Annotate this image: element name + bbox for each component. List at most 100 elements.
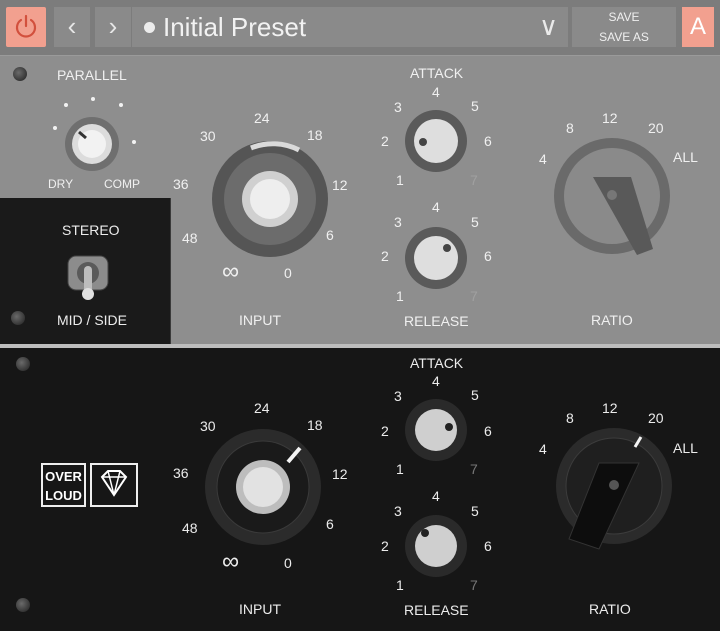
parallel-label: PARALLEL xyxy=(57,67,127,83)
input-tick-label: 18 xyxy=(307,417,323,433)
chevron-down-icon[interactable]: ∨ xyxy=(539,11,558,42)
scale-dot xyxy=(91,97,95,101)
upper-release-knob[interactable] xyxy=(404,226,468,290)
input-tick-label: 30 xyxy=(200,128,216,144)
parallel-knob[interactable] xyxy=(64,116,120,172)
stereo-label: STEREO xyxy=(62,222,120,238)
input-tick-label: ∞ xyxy=(222,258,240,285)
upper-release-label: RELEASE xyxy=(404,313,469,329)
stereo-toggle-switch[interactable] xyxy=(66,255,110,304)
parallel-comp-label: COMP xyxy=(104,177,140,191)
ratio-tick-label: ALL xyxy=(673,440,698,456)
lower-release-knob[interactable] xyxy=(404,514,468,578)
screw-icon xyxy=(13,67,27,81)
top-bar: ‹ › Initial Preset ∨ SAVE SAVE AS A xyxy=(0,0,720,56)
release-tick-label: 1 xyxy=(396,577,404,593)
power-button[interactable] xyxy=(6,7,46,47)
attack-tick-label: 4 xyxy=(432,373,440,389)
preset-name: Initial Preset xyxy=(163,12,307,42)
ratio-tick-label: 8 xyxy=(566,120,574,136)
mid-side-label: MID / SIDE xyxy=(57,312,128,328)
ratio-tick-label: 20 xyxy=(648,410,664,426)
ab-compare-button[interactable]: A xyxy=(682,7,714,47)
attack-tick-label: 3 xyxy=(394,99,402,115)
release-tick-label: 4 xyxy=(432,488,440,504)
power-icon xyxy=(15,14,37,38)
release-tick-label: 4 xyxy=(432,199,440,215)
lower-input-label: INPUT xyxy=(239,601,281,617)
input-tick-label: 24 xyxy=(254,110,270,126)
lower-attack-label: ATTACK xyxy=(410,355,464,371)
scale-dot xyxy=(119,103,123,107)
upper-ratio-knob[interactable] xyxy=(553,137,671,255)
scale-dot xyxy=(64,103,68,107)
release-tick-label: 6 xyxy=(484,248,492,264)
attack-tick-label: 7 xyxy=(470,172,478,188)
upper-attack-label: ATTACK xyxy=(410,65,464,81)
overloud-logo: OVER LOUD xyxy=(41,463,86,507)
input-tick-label: 48 xyxy=(182,230,198,246)
diamond-logo-icon xyxy=(90,463,138,507)
attack-tick-label: 2 xyxy=(381,423,389,439)
attack-tick-label: 5 xyxy=(471,98,479,114)
input-tick-label: 36 xyxy=(173,176,189,192)
preset-status-dot xyxy=(144,22,155,33)
screw-icon xyxy=(16,357,30,371)
input-tick-label: 12 xyxy=(332,466,348,482)
input-tick-label: 30 xyxy=(200,418,216,434)
lower-ratio-label: RATIO xyxy=(589,601,631,617)
upper-input-label: INPUT xyxy=(239,312,281,328)
next-preset-button[interactable]: › xyxy=(95,7,131,47)
attack-tick-label: 2 xyxy=(381,133,389,149)
release-tick-label: 2 xyxy=(381,248,389,264)
release-tick-label: 3 xyxy=(394,214,402,230)
scale-dot xyxy=(53,126,57,130)
upper-attack-knob[interactable] xyxy=(404,109,468,173)
attack-tick-label: 6 xyxy=(484,423,492,439)
save-group: SAVE SAVE AS xyxy=(572,7,676,47)
screw-icon xyxy=(16,598,30,612)
lower-input-knob[interactable] xyxy=(204,428,322,546)
input-tick-label: 24 xyxy=(254,400,270,416)
release-tick-label: 5 xyxy=(471,503,479,519)
release-tick-label: 7 xyxy=(470,288,478,304)
release-tick-label: 7 xyxy=(470,577,478,593)
release-tick-label: 2 xyxy=(381,538,389,554)
input-tick-label: 0 xyxy=(284,265,292,281)
lower-attack-knob[interactable] xyxy=(404,398,468,462)
input-tick-label: 6 xyxy=(326,227,334,243)
upper-input-knob[interactable] xyxy=(211,140,329,258)
input-tick-label: 6 xyxy=(326,516,334,532)
attack-tick-label: 3 xyxy=(394,388,402,404)
attack-tick-label: 6 xyxy=(484,133,492,149)
save-as-button[interactable]: SAVE AS xyxy=(572,27,676,47)
ratio-tick-label: 8 xyxy=(566,410,574,426)
input-tick-label: 0 xyxy=(284,555,292,571)
ratio-tick-label: 4 xyxy=(539,441,547,457)
lower-release-label: RELEASE xyxy=(404,602,469,618)
release-tick-label: 6 xyxy=(484,538,492,554)
input-tick-label: 48 xyxy=(182,520,198,536)
input-tick-label: ∞ xyxy=(222,548,240,575)
save-button[interactable]: SAVE xyxy=(572,7,676,27)
release-tick-label: 3 xyxy=(394,503,402,519)
attack-tick-label: 4 xyxy=(432,84,440,100)
ratio-tick-label: ALL xyxy=(673,149,698,165)
scale-dot xyxy=(132,140,136,144)
lower-ratio-knob[interactable] xyxy=(555,427,673,550)
input-tick-label: 12 xyxy=(332,177,348,193)
ratio-tick-label: 4 xyxy=(539,151,547,167)
attack-tick-label: 5 xyxy=(471,387,479,403)
preset-selector[interactable]: Initial Preset ∨ xyxy=(132,7,568,47)
input-tick-label: 18 xyxy=(307,127,323,143)
ratio-tick-label: 12 xyxy=(602,400,618,416)
attack-tick-label: 1 xyxy=(396,172,404,188)
attack-tick-label: 1 xyxy=(396,461,404,477)
upper-ratio-label: RATIO xyxy=(591,312,633,328)
screw-icon xyxy=(11,311,25,325)
ratio-tick-label: 20 xyxy=(648,120,664,136)
parallel-dry-label: DRY xyxy=(48,177,74,191)
ratio-tick-label: 12 xyxy=(602,110,618,126)
prev-preset-button[interactable]: ‹ xyxy=(54,7,90,47)
input-tick-label: 36 xyxy=(173,465,189,481)
